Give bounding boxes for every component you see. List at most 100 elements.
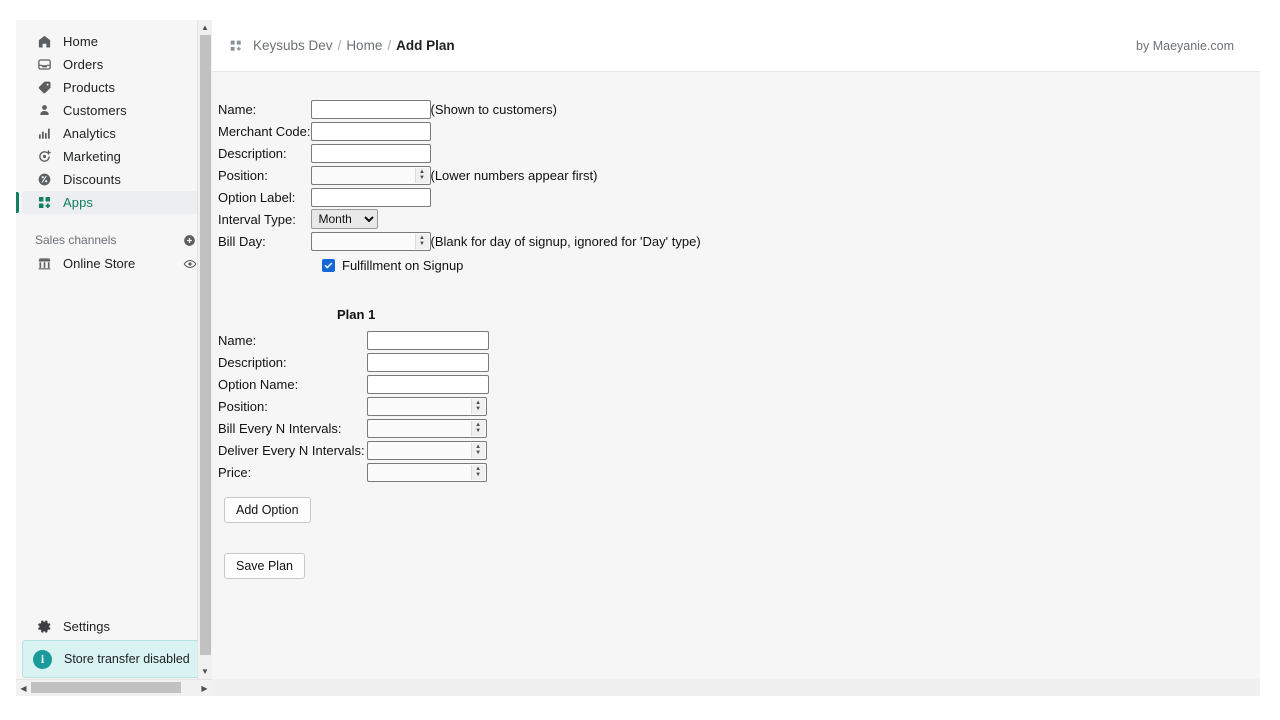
scroll-up-arrow-icon[interactable]: ▲ bbox=[198, 20, 212, 35]
by-line: by Maeyanie.com bbox=[1136, 38, 1234, 53]
field-control bbox=[310, 142, 431, 164]
position-input[interactable] bbox=[310, 165, 431, 185]
sidebar-item-label: Settings bbox=[63, 619, 110, 634]
sidebar-item-label: Analytics bbox=[63, 125, 116, 141]
fulfillment-checkbox-label: Fulfillment on Signup bbox=[342, 258, 464, 273]
info-icon: i bbox=[33, 649, 52, 669]
form-row-description: Description: bbox=[218, 142, 701, 164]
sidebar-item-marketing[interactable]: Marketing bbox=[22, 145, 205, 168]
orders-icon bbox=[35, 56, 53, 74]
plan-fields-table: Name: Description: Option Name: Position… bbox=[218, 329, 489, 483]
field-label: Description: bbox=[218, 145, 287, 161]
toast-message: Store transfer disabled bbox=[64, 652, 190, 666]
plan-row-description: Description: bbox=[218, 351, 489, 373]
field-control: ▲ ▼ bbox=[366, 417, 489, 439]
home-icon bbox=[35, 33, 53, 51]
plan-deliver-every-input[interactable] bbox=[366, 440, 487, 460]
sidebar-item-products[interactable]: Products bbox=[22, 76, 205, 99]
analytics-icon bbox=[35, 125, 53, 143]
add-option-button[interactable]: Add Option bbox=[224, 497, 311, 523]
plus-circle-icon[interactable] bbox=[181, 232, 197, 248]
plan-bill-every-input[interactable] bbox=[366, 418, 487, 438]
breadcrumb-separator: / bbox=[387, 38, 392, 53]
field-control: ▲ ▼ bbox=[310, 230, 431, 252]
plan-price-spinner-wrap: ▲ ▼ bbox=[366, 462, 487, 482]
field-control bbox=[366, 373, 489, 395]
sidebar-item-orders[interactable]: Orders bbox=[22, 53, 205, 76]
plan-description-input[interactable] bbox=[366, 352, 489, 372]
form-row-merchant-code: Merchant Code: bbox=[218, 120, 701, 142]
sidebar-vertical-scrollbar[interactable]: ▲ ▼ bbox=[197, 20, 212, 696]
description-input[interactable] bbox=[310, 143, 431, 163]
sidebar-item-apps[interactable]: Apps bbox=[16, 191, 205, 214]
bill-day-spinner-wrap: ▲ ▼ bbox=[310, 231, 431, 251]
breadcrumb-item-store[interactable]: Keysubs Dev bbox=[253, 38, 333, 53]
field-label: Option Label: bbox=[218, 189, 296, 205]
marketing-icon bbox=[35, 148, 53, 166]
fulfillment-on-signup-row[interactable]: Fulfillment on Signup bbox=[322, 258, 1260, 273]
sidebar-horizontal-scrollbar[interactable]: ◀ ▶ bbox=[16, 679, 212, 696]
sidebar-item-settings[interactable]: Settings bbox=[22, 615, 205, 638]
interval-type-select[interactable]: Month bbox=[310, 209, 378, 229]
field-label: Option Name: bbox=[218, 376, 299, 392]
sidebar-item-analytics[interactable]: Analytics bbox=[22, 122, 205, 145]
sidebar: Home Orders Products Customers Analytics… bbox=[16, 20, 212, 696]
plan-position-spinner-wrap: ▲ ▼ bbox=[366, 396, 487, 416]
field-control: ▲ ▼ bbox=[366, 395, 489, 417]
sidebar-item-customers[interactable]: Customers bbox=[22, 99, 205, 122]
main-content: Keysubs Dev / Home / Add Plan by Maeyani… bbox=[212, 20, 1260, 696]
field-control: ▲ ▼ bbox=[366, 439, 489, 461]
plan-row-price: Price: ▲ ▼ bbox=[218, 461, 489, 483]
scroll-left-arrow-icon[interactable]: ◀ bbox=[16, 680, 31, 696]
content-bottom-strip bbox=[212, 679, 1260, 696]
sidebar-item-online-store[interactable]: Online Store bbox=[22, 252, 205, 275]
add-option-row: Add Option bbox=[224, 497, 1260, 523]
breadcrumb: Keysubs Dev / Home / Add Plan bbox=[229, 38, 455, 53]
field-control bbox=[310, 120, 431, 142]
store-transfer-toast[interactable]: i Store transfer disabled bbox=[22, 640, 205, 678]
field-label: Deliver Every N Intervals: bbox=[218, 442, 365, 458]
option-label-input[interactable] bbox=[310, 187, 431, 207]
horizontal-scroll-track[interactable] bbox=[31, 680, 197, 696]
scroll-right-arrow-icon[interactable]: ▶ bbox=[197, 680, 212, 696]
plan-name-input[interactable] bbox=[366, 330, 489, 350]
plan-row-position: Position: ▲ ▼ bbox=[218, 395, 489, 417]
merchant-code-input[interactable] bbox=[310, 121, 431, 141]
plan-settings-table: Name: (Shown to customers) Merchant Code… bbox=[218, 98, 701, 252]
field-hint: (Blank for day of signup, ignored for 'D… bbox=[430, 233, 701, 249]
eye-icon[interactable] bbox=[183, 257, 197, 271]
field-label: Description: bbox=[218, 354, 287, 370]
field-control bbox=[366, 329, 489, 351]
sidebar-item-discounts[interactable]: Discounts bbox=[22, 168, 205, 191]
field-control bbox=[366, 351, 489, 373]
top-bar: Keysubs Dev / Home / Add Plan by Maeyani… bbox=[212, 20, 1260, 72]
breadcrumb-item-home[interactable]: Home bbox=[346, 38, 382, 53]
sidebar-item-home[interactable]: Home bbox=[22, 30, 205, 53]
field-hint bbox=[431, 120, 701, 142]
plan-section: Plan 1 Name: Description: Option Name: P… bbox=[218, 307, 1260, 523]
vertical-scroll-thumb[interactable] bbox=[200, 35, 211, 655]
sidebar-item-label: Online Store bbox=[63, 256, 136, 271]
gear-icon bbox=[35, 618, 53, 636]
form-row-bill-day: Bill Day: ▲ ▼ (Blank for day of signup, i… bbox=[218, 230, 701, 252]
field-hint: (Lower numbers appear first) bbox=[430, 167, 598, 183]
fulfillment-checkbox[interactable] bbox=[322, 259, 335, 272]
field-label: Merchant Code: bbox=[218, 123, 311, 139]
horizontal-scroll-thumb[interactable] bbox=[31, 682, 181, 693]
add-plan-form: Name: (Shown to customers) Merchant Code… bbox=[212, 72, 1260, 579]
plan-row-bill-every-n: Bill Every N Intervals: ▲ ▼ bbox=[218, 417, 489, 439]
plan-option-name-input[interactable] bbox=[366, 374, 489, 394]
plan-position-input[interactable] bbox=[366, 396, 487, 416]
field-label: Price: bbox=[218, 464, 252, 480]
field-hint bbox=[431, 208, 701, 230]
bill-day-input[interactable] bbox=[310, 231, 431, 251]
form-row-option-label: Option Label: bbox=[218, 186, 701, 208]
discounts-icon bbox=[35, 171, 53, 189]
sidebar-nav: Home Orders Products Customers Analytics… bbox=[16, 20, 211, 214]
scroll-down-arrow-icon[interactable]: ▼ bbox=[198, 664, 212, 679]
field-label: Position: bbox=[218, 167, 268, 183]
plan-price-input[interactable] bbox=[366, 462, 487, 482]
name-input[interactable] bbox=[310, 99, 431, 119]
save-plan-button[interactable]: Save Plan bbox=[224, 553, 305, 579]
products-icon bbox=[35, 79, 53, 97]
